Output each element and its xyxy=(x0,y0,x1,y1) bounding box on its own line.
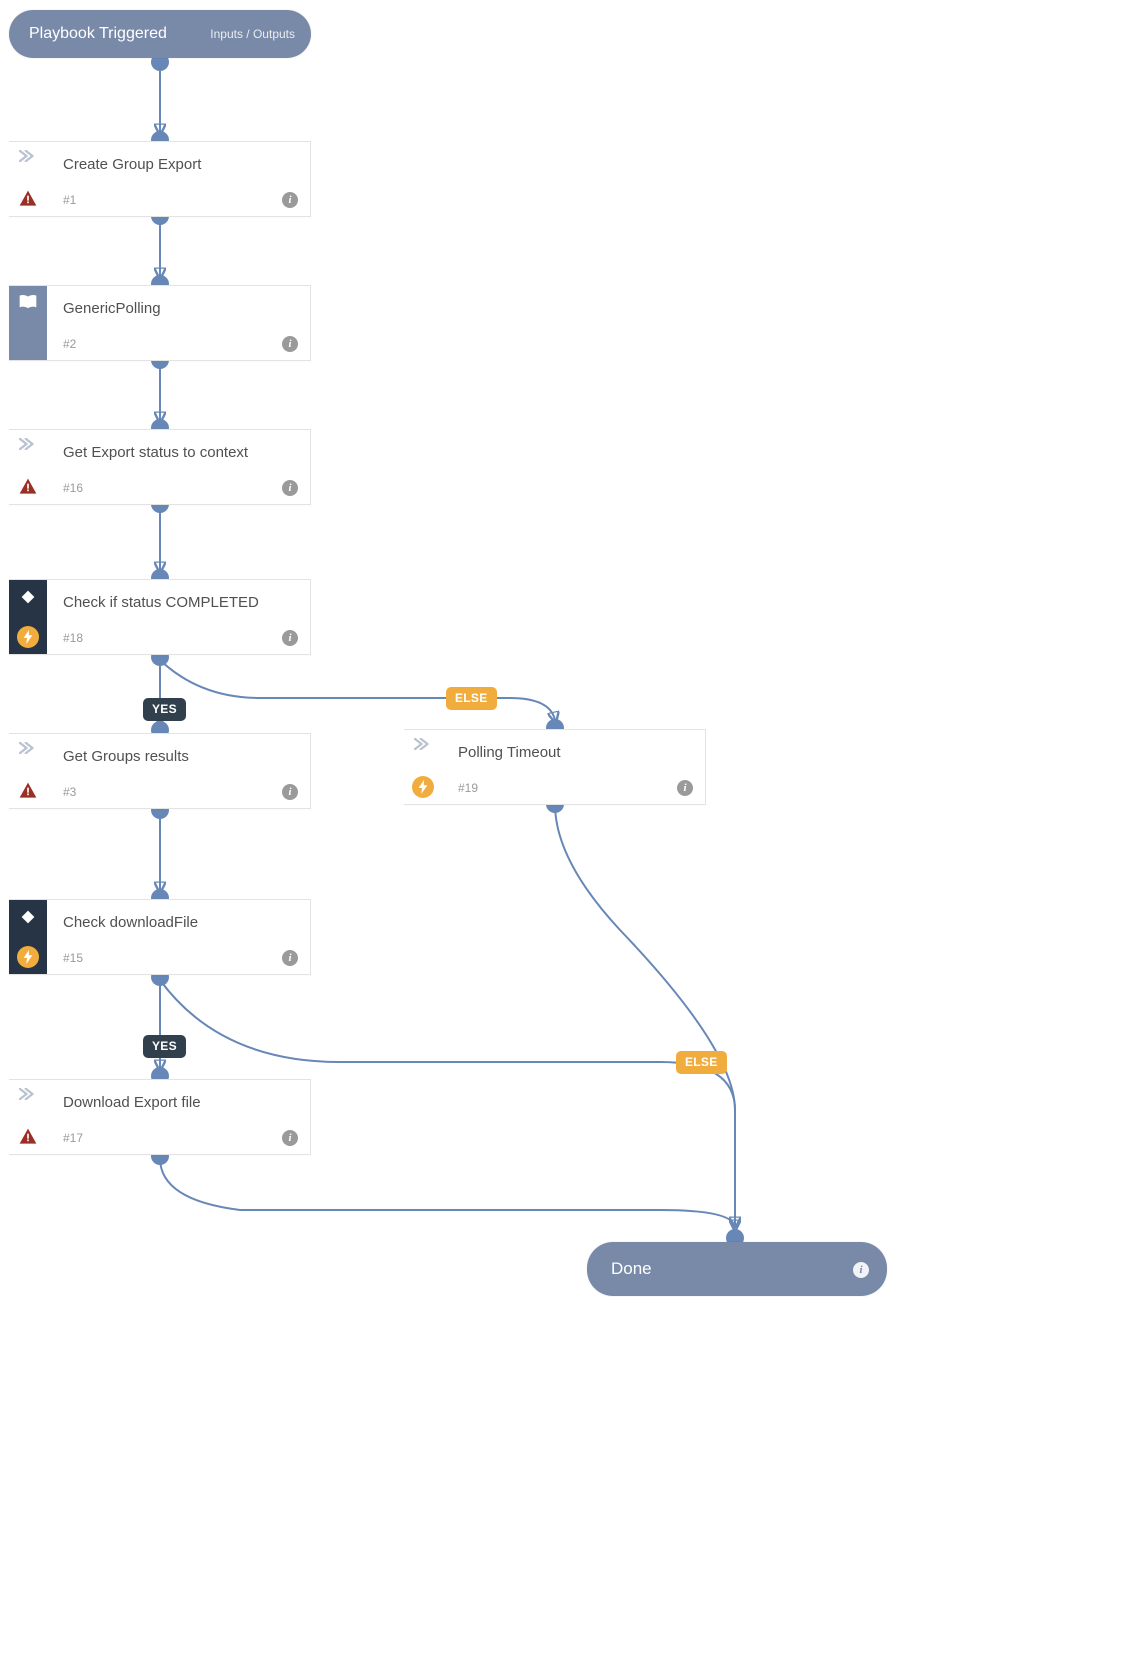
info-icon[interactable]: i xyxy=(677,778,693,796)
diamond-icon xyxy=(19,908,37,926)
condition-check-status[interactable]: Check if status COMPLETED #18 i xyxy=(9,579,311,655)
task-title: Polling Timeout xyxy=(458,744,561,761)
task-polling-timeout[interactable]: Polling Timeout #19 i xyxy=(404,729,706,805)
info-icon[interactable]: i xyxy=(282,782,298,800)
branch-yes[interactable]: YES xyxy=(143,1035,186,1058)
info-icon[interactable]: i xyxy=(853,1260,869,1278)
task-generic-polling[interactable]: GenericPolling #2 i xyxy=(9,285,311,361)
task-title: Download Export file xyxy=(63,1094,201,1111)
branch-else[interactable]: ELSE xyxy=(446,687,497,710)
task-title: Check if status COMPLETED xyxy=(63,594,259,611)
diamond-icon xyxy=(19,588,37,606)
task-number: #17 xyxy=(63,1131,83,1145)
lightning-icon xyxy=(17,626,39,648)
task-create-group-export[interactable]: Create Group Export #1 i xyxy=(9,141,311,217)
task-type-bar xyxy=(9,142,47,216)
warning-icon xyxy=(17,476,39,498)
task-get-export-status[interactable]: Get Export status to context #16 i xyxy=(9,429,311,505)
warning-icon xyxy=(17,188,39,210)
branch-yes[interactable]: YES xyxy=(143,698,186,721)
done-title: Done xyxy=(611,1259,652,1279)
task-number: #3 xyxy=(63,785,76,799)
task-type-bar xyxy=(9,900,47,974)
branch-else[interactable]: ELSE xyxy=(676,1051,727,1074)
task-type-bar xyxy=(9,1080,47,1154)
info-icon[interactable]: i xyxy=(282,628,298,646)
flow-wires xyxy=(0,0,1130,1659)
task-title: Get Export status to context xyxy=(63,444,248,461)
task-type-bar xyxy=(404,730,442,804)
info-icon[interactable]: i xyxy=(282,948,298,966)
trigger-title: Playbook Triggered xyxy=(29,25,167,43)
task-number: #16 xyxy=(63,481,83,495)
task-number: #1 xyxy=(63,193,76,207)
task-title: Get Groups results xyxy=(63,748,189,765)
chevron-icon xyxy=(19,438,37,452)
lightning-icon xyxy=(412,776,434,798)
task-title: Check downloadFile xyxy=(63,914,198,931)
task-type-bar xyxy=(9,286,47,360)
task-number: #2 xyxy=(63,337,76,351)
task-type-bar xyxy=(9,430,47,504)
chevron-icon xyxy=(19,742,37,756)
book-icon xyxy=(18,294,38,310)
task-get-groups-results[interactable]: Get Groups results #3 i xyxy=(9,733,311,809)
task-number: #15 xyxy=(63,951,83,965)
lightning-icon xyxy=(17,946,39,968)
task-title: Create Group Export xyxy=(63,156,201,173)
info-icon[interactable]: i xyxy=(282,478,298,496)
chevron-icon xyxy=(19,150,37,164)
task-title: GenericPolling xyxy=(63,300,161,317)
task-type-bar xyxy=(9,580,47,654)
task-type-bar xyxy=(9,734,47,808)
chevron-icon xyxy=(414,738,432,752)
warning-icon xyxy=(17,1126,39,1148)
info-icon[interactable]: i xyxy=(282,190,298,208)
warning-icon xyxy=(17,780,39,802)
info-icon[interactable]: i xyxy=(282,334,298,352)
chevron-icon xyxy=(19,1088,37,1102)
task-number: #19 xyxy=(458,781,478,795)
task-download-export-file[interactable]: Download Export file #17 i xyxy=(9,1079,311,1155)
trigger-node[interactable]: Playbook Triggered Inputs / Outputs xyxy=(9,10,311,58)
io-label[interactable]: Inputs / Outputs xyxy=(210,27,295,41)
done-node[interactable]: Done i xyxy=(587,1242,887,1296)
task-number: #18 xyxy=(63,631,83,645)
info-icon[interactable]: i xyxy=(282,1128,298,1146)
condition-check-download[interactable]: Check downloadFile #15 i xyxy=(9,899,311,975)
